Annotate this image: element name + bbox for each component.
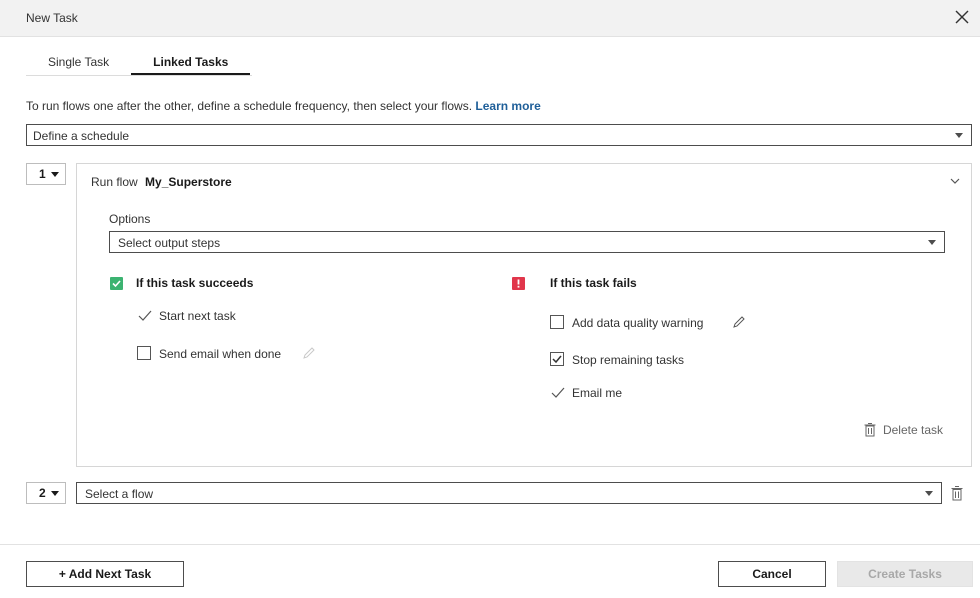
- close-icon[interactable]: [952, 7, 972, 27]
- edit-pencil-icon[interactable]: [732, 315, 746, 329]
- email-me-row: Email me: [550, 385, 750, 401]
- dialog-title: New Task: [26, 11, 78, 25]
- send-email-checkbox[interactable]: [137, 346, 151, 360]
- add-warning-label: Add data quality warning: [572, 316, 704, 330]
- edit-pencil-icon[interactable]: [302, 346, 316, 360]
- chevron-down-icon: [928, 240, 936, 245]
- create-tasks-button[interactable]: Create Tasks: [837, 561, 973, 587]
- caret-down-icon: [51, 491, 59, 496]
- checkmark-icon: [138, 310, 152, 321]
- options-label: Options: [109, 212, 151, 226]
- flow-select[interactable]: Select a flow: [76, 482, 942, 504]
- start-next-task-row: Start next task: [137, 308, 337, 324]
- send-email-row: Send email when done: [137, 346, 367, 362]
- task-2-number: 2: [39, 486, 46, 500]
- email-me-label: Email me: [572, 386, 623, 400]
- learn-more-link[interactable]: Learn more: [475, 99, 540, 113]
- add-warning-row: Add data quality warning: [550, 315, 780, 331]
- failure-alert-icon: [512, 277, 525, 290]
- intro-text: To run flows one after the other, define…: [26, 99, 541, 113]
- trash-icon[interactable]: [950, 485, 964, 501]
- success-heading: If this task succeeds: [136, 276, 254, 290]
- output-steps-select[interactable]: Select output steps: [109, 231, 945, 253]
- stop-remaining-label: Stop remaining tasks: [572, 353, 685, 367]
- tab-linked-tasks[interactable]: Linked Tasks: [131, 52, 251, 76]
- run-flow-label: Run flow: [91, 175, 138, 189]
- output-steps-value: Select output steps: [118, 236, 221, 250]
- schedule-select[interactable]: Define a schedule: [26, 124, 972, 146]
- tab-single-task[interactable]: Single Task: [26, 52, 131, 76]
- delete-task-button[interactable]: Delete task: [864, 423, 943, 437]
- caret-down-icon: [51, 172, 59, 177]
- chevron-down-icon: [925, 491, 933, 496]
- task-1-header: Run flow My_Superstore: [91, 175, 232, 189]
- footer-divider: [0, 544, 980, 545]
- failure-heading: If this task fails: [550, 276, 637, 290]
- add-warning-checkbox[interactable]: [550, 315, 564, 329]
- stop-remaining-checkbox[interactable]: [550, 352, 564, 366]
- flow-select-value: Select a flow: [85, 487, 154, 501]
- dialog-titlebar: New Task: [0, 0, 980, 37]
- task-1-panel: Run flow My_Superstore Options Select ou…: [76, 163, 972, 467]
- add-next-task-button[interactable]: + Add Next Task: [26, 561, 184, 587]
- delete-task-label: Delete task: [882, 423, 943, 437]
- schedule-select-value: Define a schedule: [33, 129, 130, 143]
- intro-description: To run flows one after the other, define…: [26, 99, 473, 113]
- trash-icon: [864, 423, 876, 437]
- cancel-button[interactable]: Cancel: [718, 561, 826, 587]
- task-type-tabs: Single Task Linked Tasks: [26, 52, 251, 76]
- chevron-down-icon: [955, 133, 963, 138]
- collapse-chevron-icon[interactable]: [949, 176, 961, 186]
- stop-remaining-row: Stop remaining tasks: [550, 352, 780, 368]
- task-2-number-dropdown[interactable]: 2: [26, 482, 66, 504]
- tabs-divider: [26, 75, 252, 76]
- flow-name: My_Superstore: [145, 175, 232, 189]
- success-check-icon: [110, 277, 123, 290]
- start-next-task-label: Start next task: [159, 309, 236, 323]
- task-1-number-dropdown[interactable]: 1: [26, 163, 66, 185]
- checkmark-icon: [551, 387, 565, 398]
- send-email-label: Send email when done: [159, 347, 282, 361]
- task-1-number: 1: [39, 167, 46, 181]
